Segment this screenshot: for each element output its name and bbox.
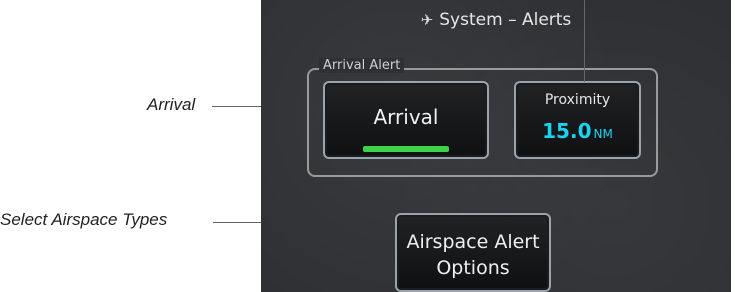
airspace-button-line1: Airspace Alert: [406, 231, 540, 253]
proximity-value-number: 15.0: [542, 119, 592, 143]
proximity-button[interactable]: Proximity 15.0 NM: [514, 81, 641, 159]
airspace-button-label: Airspace Alert Options: [397, 229, 549, 281]
callout-proximity-line: [584, 0, 585, 82]
proximity-value: 15.0 NM: [516, 119, 639, 143]
page-title: ✈ System – Alerts: [261, 10, 731, 30]
airplane-icon: ✈: [420, 11, 434, 29]
callout-airspace-label: Select Airspace Types: [0, 210, 168, 229]
callout-arrival-label: Arrival: [147, 95, 196, 114]
arrival-button-label: Arrival: [373, 105, 439, 129]
arrival-alert-group-label: Arrival Alert: [319, 58, 405, 73]
airspace-alert-options-button[interactable]: Airspace Alert Options: [395, 213, 551, 292]
proximity-value-unit: NM: [593, 127, 613, 141]
airspace-button-line2: Options: [436, 257, 510, 279]
proximity-button-label: Proximity: [544, 92, 611, 108]
arrival-on-indicator: [363, 146, 449, 152]
arrival-toggle-button[interactable]: Arrival: [323, 81, 489, 159]
page-title-text: System – Alerts: [439, 10, 572, 30]
device-screen: ✈ System – Alerts Arrival Alert Arrival P…: [261, 0, 731, 292]
